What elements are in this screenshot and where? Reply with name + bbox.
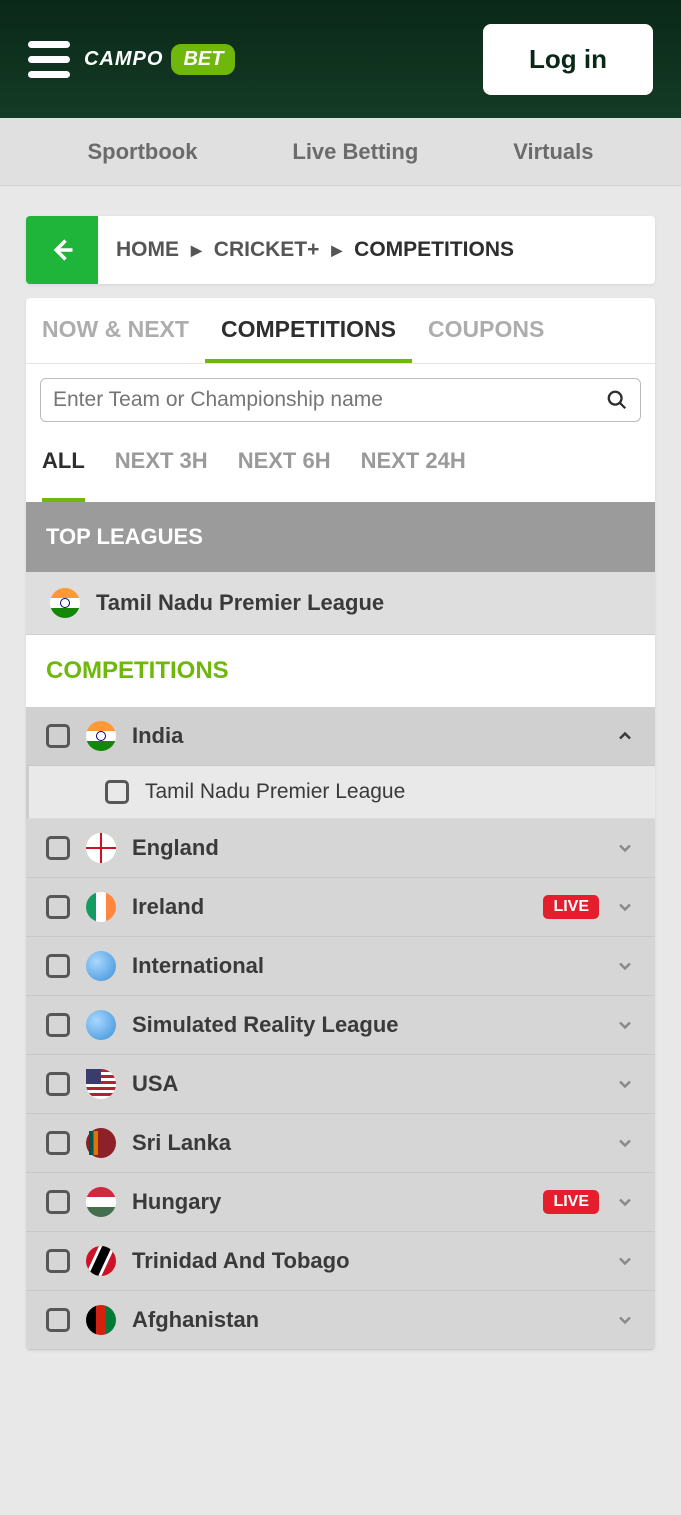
chevron-down-icon bbox=[615, 1015, 635, 1035]
chevron-down-icon bbox=[615, 1251, 635, 1271]
country-label: Ireland bbox=[132, 894, 527, 920]
country-label: Trinidad And Tobago bbox=[132, 1248, 599, 1274]
flag-icon bbox=[86, 1187, 116, 1217]
tab-competitions[interactable]: COMPETITIONS bbox=[205, 298, 412, 363]
flag-icon bbox=[86, 833, 116, 863]
chevron-down-icon bbox=[615, 838, 635, 858]
chevron-right-icon: ▶ bbox=[331, 242, 342, 259]
nav-sportbook[interactable]: Sportbook bbox=[87, 139, 197, 165]
flag-icon bbox=[86, 1069, 116, 1099]
chevron-down-icon bbox=[615, 1074, 635, 1094]
nav-live-betting[interactable]: Live Betting bbox=[292, 139, 418, 165]
chevron-down-icon bbox=[615, 956, 635, 976]
hamburger-menu-icon[interactable] bbox=[28, 41, 70, 78]
login-button[interactable]: Log in bbox=[483, 24, 653, 95]
country-label: Simulated Reality League bbox=[132, 1012, 599, 1038]
chevron-up-icon bbox=[615, 726, 635, 746]
time-tab-6h[interactable]: NEXT 6H bbox=[238, 448, 331, 488]
flag-icon bbox=[86, 1246, 116, 1276]
top-league-label: Tamil Nadu Premier League bbox=[96, 590, 631, 616]
competitions-list: India Tamil Nadu Premier League England Ire… bbox=[26, 707, 655, 1350]
competitions-header: COMPETITIONS bbox=[26, 635, 655, 707]
time-tab-3h[interactable]: NEXT 3H bbox=[115, 448, 208, 488]
country-label: England bbox=[132, 835, 599, 861]
country-row[interactable]: England bbox=[26, 819, 655, 878]
chevron-down-icon bbox=[615, 1133, 635, 1153]
checkbox[interactable] bbox=[46, 836, 70, 860]
search-icon bbox=[606, 389, 628, 411]
chevron-down-icon bbox=[615, 897, 635, 917]
checkbox[interactable] bbox=[46, 1308, 70, 1332]
checkbox[interactable] bbox=[46, 1190, 70, 1214]
flag-icon bbox=[86, 1305, 116, 1335]
competition-label: Tamil Nadu Premier League bbox=[145, 780, 405, 804]
country-row[interactable]: International bbox=[26, 937, 655, 996]
flag-icon bbox=[86, 1010, 116, 1040]
flag-icon bbox=[86, 721, 116, 751]
country-row[interactable]: Sri Lanka bbox=[26, 1114, 655, 1173]
checkbox[interactable] bbox=[46, 1249, 70, 1273]
tab-coupons[interactable]: COUPONS bbox=[412, 298, 560, 363]
country-row[interactable]: Ireland LIVE bbox=[26, 878, 655, 937]
flag-icon bbox=[86, 1128, 116, 1158]
checkbox[interactable] bbox=[46, 895, 70, 919]
checkbox[interactable] bbox=[46, 1013, 70, 1037]
country-label: India bbox=[132, 723, 599, 749]
crumb-sport[interactable]: CRICKET+ bbox=[214, 238, 320, 262]
live-badge: LIVE bbox=[543, 895, 599, 919]
time-tab-24h[interactable]: NEXT 24H bbox=[361, 448, 466, 488]
top-leagues-header: TOP LEAGUES bbox=[26, 502, 655, 572]
checkbox[interactable] bbox=[46, 1072, 70, 1096]
flag-icon bbox=[86, 951, 116, 981]
country-label: Hungary bbox=[132, 1189, 527, 1215]
checkbox[interactable] bbox=[46, 724, 70, 748]
flag-icon bbox=[50, 588, 80, 618]
search-field[interactable] bbox=[40, 378, 641, 422]
country-row[interactable]: Afghanistan bbox=[26, 1291, 655, 1350]
chevron-down-icon bbox=[615, 1310, 635, 1330]
crumb-current: COMPETITIONS bbox=[354, 238, 514, 262]
arrow-left-icon bbox=[48, 236, 76, 264]
header: CAMPO BET Log in bbox=[0, 0, 681, 118]
back-button[interactable] bbox=[26, 216, 98, 284]
checkbox[interactable] bbox=[46, 954, 70, 978]
logo[interactable]: CAMPO BET bbox=[84, 44, 235, 75]
logo-badge: BET bbox=[171, 44, 235, 75]
competition-sub-row[interactable]: Tamil Nadu Premier League bbox=[26, 766, 655, 819]
country-label: International bbox=[132, 953, 599, 979]
crumb-home[interactable]: HOME bbox=[116, 238, 179, 262]
secondary-nav: Sportbook Live Betting Virtuals bbox=[0, 118, 681, 186]
chevron-down-icon bbox=[615, 1192, 635, 1212]
country-row[interactable]: India bbox=[26, 707, 655, 766]
country-row[interactable]: USA bbox=[26, 1055, 655, 1114]
time-tab-all[interactable]: ALL bbox=[42, 448, 85, 502]
country-label: USA bbox=[132, 1071, 599, 1097]
flag-icon bbox=[86, 892, 116, 922]
country-row[interactable]: Simulated Reality League bbox=[26, 996, 655, 1055]
breadcrumb-bar: HOME ▶ CRICKET+ ▶ COMPETITIONS bbox=[26, 216, 655, 284]
tab-now-next[interactable]: NOW & NEXT bbox=[26, 298, 205, 363]
main-panel: NOW & NEXT COMPETITIONS COUPONS ALL NEXT… bbox=[26, 298, 655, 1350]
search-input[interactable] bbox=[53, 388, 606, 412]
country-label: Sri Lanka bbox=[132, 1130, 599, 1156]
country-row[interactable]: Trinidad And Tobago bbox=[26, 1232, 655, 1291]
breadcrumb: HOME ▶ CRICKET+ ▶ COMPETITIONS bbox=[98, 216, 532, 284]
live-badge: LIVE bbox=[543, 1190, 599, 1214]
top-league-row[interactable]: Tamil Nadu Premier League bbox=[26, 572, 655, 635]
checkbox[interactable] bbox=[46, 1131, 70, 1155]
logo-text: CAMPO bbox=[84, 48, 163, 71]
nav-virtuals[interactable]: Virtuals bbox=[513, 139, 593, 165]
main-tabs: NOW & NEXT COMPETITIONS COUPONS bbox=[26, 298, 655, 364]
country-label: Afghanistan bbox=[132, 1307, 599, 1333]
time-filter-tabs: ALL NEXT 3H NEXT 6H NEXT 24H bbox=[26, 430, 655, 502]
checkbox[interactable] bbox=[105, 780, 129, 804]
country-row[interactable]: Hungary LIVE bbox=[26, 1173, 655, 1232]
chevron-right-icon: ▶ bbox=[191, 242, 202, 259]
